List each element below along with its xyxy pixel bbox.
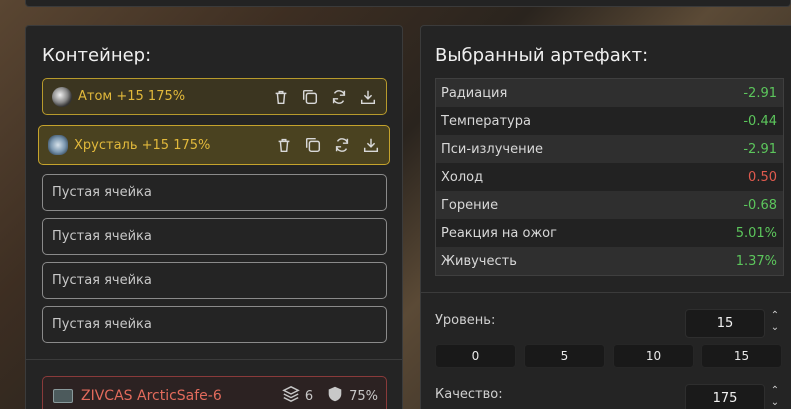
top-bar xyxy=(25,0,791,7)
container-protection: 75% xyxy=(349,388,378,404)
slot-label: Пустая ячейка xyxy=(52,229,152,244)
refresh-icon[interactable] xyxy=(329,87,349,107)
container-case-icon xyxy=(53,389,73,403)
artifact-panel: Выбранный артефакт: Радиация -2.91 Темпе… xyxy=(420,25,791,409)
container-name: ZIVCAS ArcticSafe-6 xyxy=(81,388,222,404)
slot-label: Пустая ячейка xyxy=(52,273,152,288)
container-slot-4[interactable]: Пустая ячейка xyxy=(42,218,387,255)
trash-icon[interactable] xyxy=(274,135,294,155)
trash-icon[interactable] xyxy=(271,87,291,107)
stat-name: Реакция на ожог xyxy=(441,225,557,241)
container-slot-2[interactable]: Хрусталь +15 175% xyxy=(38,125,390,165)
stat-value: 0.50 xyxy=(748,169,777,185)
stat-row-vitality: Живучесть 1.37% xyxy=(436,247,783,275)
container-slot-5[interactable]: Пустая ячейка xyxy=(42,262,387,299)
stat-value: 1.37% xyxy=(735,253,777,269)
stat-value: 5.01% xyxy=(735,225,777,241)
chevron-down-icon[interactable]: ⌄ xyxy=(771,397,779,409)
copy-icon[interactable] xyxy=(303,135,323,155)
stat-name: Радиация xyxy=(441,85,508,101)
download-icon[interactable] xyxy=(358,87,378,107)
stat-value: -2.91 xyxy=(743,85,777,101)
artifact-title: Выбранный артефакт: xyxy=(435,45,649,66)
level-input[interactable]: 15 xyxy=(685,309,765,338)
stat-row-burn-reaction: Реакция на ожог 5.01% xyxy=(436,219,783,247)
container-slot-count: 6 xyxy=(304,388,314,404)
stat-value: -0.68 xyxy=(743,197,777,213)
stat-name: Пси-излучение xyxy=(441,141,544,157)
divider xyxy=(26,359,402,360)
stat-value: -2.91 xyxy=(743,141,777,157)
container-selector[interactable]: ZIVCAS ArcticSafe-6 6 75% xyxy=(42,376,387,409)
level-preset-10[interactable]: 10 xyxy=(613,344,694,368)
stat-row-psi: Пси-излучение -2.91 xyxy=(436,135,783,163)
container-slot-1[interactable]: Атом +15 175% xyxy=(42,78,387,115)
slot-label: Пустая ячейка xyxy=(52,185,152,200)
stats-table: Радиация -2.91 Температура -0.44 Пси-изл… xyxy=(435,78,784,276)
quality-input[interactable]: 175 xyxy=(685,384,765,409)
stat-row-burning: Горение -0.68 xyxy=(436,191,783,219)
stat-value: -0.44 xyxy=(743,113,777,129)
copy-icon[interactable] xyxy=(300,87,320,107)
slot-label: Хрусталь +15 175% xyxy=(74,137,211,153)
container-title: Контейнер: xyxy=(42,45,152,66)
slot-label: Пустая ячейка xyxy=(52,317,152,332)
level-preset-5[interactable]: 5 xyxy=(524,344,605,368)
stat-row-temperature: Температура -0.44 xyxy=(436,107,783,135)
chevron-up-icon[interactable]: ⌃ xyxy=(771,385,779,397)
container-slot-6[interactable]: Пустая ячейка xyxy=(42,306,387,343)
stat-name: Горение xyxy=(441,197,499,213)
stat-row-radiation: Радиация -2.91 xyxy=(436,79,783,107)
divider xyxy=(421,292,791,293)
crystal-artifact-icon xyxy=(48,135,68,155)
stat-name: Холод xyxy=(441,169,484,185)
container-panel: Контейнер: Атом +15 175% Хрусталь +15 17… xyxy=(25,25,403,409)
slot-label: Атом +15 175% xyxy=(78,89,186,104)
stat-row-cold: Холод 0.50 xyxy=(436,163,783,191)
level-preset-0[interactable]: 0 xyxy=(435,344,516,368)
chevron-up-icon[interactable]: ⌃ xyxy=(771,310,779,322)
download-icon[interactable] xyxy=(361,135,381,155)
shield-icon xyxy=(326,385,344,407)
level-spinner[interactable]: ⌃ ⌄ xyxy=(769,310,781,334)
chevron-down-icon[interactable]: ⌄ xyxy=(771,322,779,334)
atom-artifact-icon xyxy=(52,86,72,107)
container-slot-3[interactable]: Пустая ячейка xyxy=(42,174,387,211)
quality-spinner[interactable]: ⌃ ⌄ xyxy=(769,385,781,409)
level-preset-15[interactable]: 15 xyxy=(701,344,782,368)
refresh-icon[interactable] xyxy=(332,135,352,155)
quality-label: Качество: xyxy=(435,387,503,402)
stat-name: Живучесть xyxy=(441,253,517,269)
level-label: Уровень: xyxy=(435,313,496,328)
layers-icon xyxy=(282,385,300,407)
stat-name: Температура xyxy=(441,113,531,129)
